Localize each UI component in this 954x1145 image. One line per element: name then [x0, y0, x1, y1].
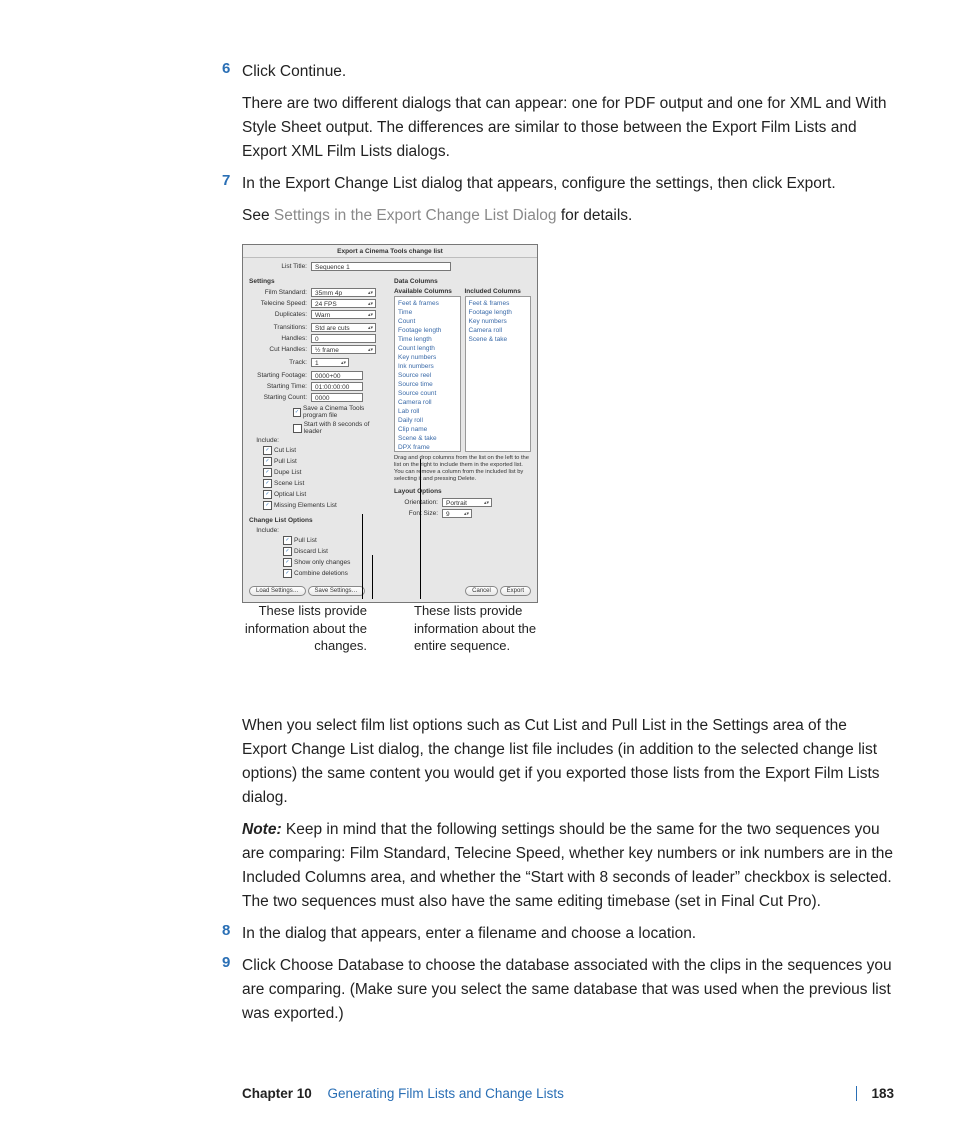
starting-footage-field[interactable]: 0000+00 — [311, 371, 363, 380]
load-settings-button[interactable]: Load Settings… — [249, 586, 306, 596]
export-change-list-figure: Export a Cinema Tools change list List T… — [242, 244, 894, 654]
annotation-right: These lists provide information about th… — [414, 602, 569, 655]
clo-show-only-changes[interactable]: ✓Show only changes — [283, 558, 386, 567]
include-pull-list[interactable]: ✓Pull List — [263, 457, 341, 466]
chapter-label: Chapter 10 — [242, 1086, 312, 1101]
telecine-speed-select[interactable]: 24 FPS▴▾ — [311, 299, 376, 308]
cross-ref-link[interactable]: Settings in the Export Change List Dialo… — [274, 207, 557, 224]
chapter-title: Generating Film Lists and Change Lists — [328, 1086, 564, 1101]
note-label: Note: — [242, 821, 282, 838]
film-standard-select[interactable]: 35mm 4p▴▾ — [311, 288, 376, 297]
annotation-left: These lists provide information about th… — [212, 602, 367, 655]
step-text: Click Continue. — [242, 60, 894, 84]
step-para: There are two different dialogs that can… — [242, 92, 894, 164]
available-columns-list[interactable]: Feet & framesTimeCountFootage lengthTime… — [394, 296, 461, 452]
step-number: 8 — [222, 922, 230, 939]
step-text: In the dialog that appears, enter a file… — [242, 922, 894, 946]
step-8: 8 In the dialog that appears, enter a fi… — [242, 922, 894, 946]
step-text: Click Choose Database to choose the data… — [242, 954, 894, 1026]
available-columns-heading: Available Columns — [394, 288, 461, 295]
text-pre: See — [242, 207, 274, 224]
orientation-select[interactable]: Portrait▴▾ — [442, 498, 492, 507]
data-columns-heading: Data Columns — [394, 278, 531, 285]
include-optical-list[interactable]: ✓Optical List — [263, 490, 341, 499]
step-9: 9 Click Choose Database to choose the da… — [242, 954, 894, 1026]
note-text: Keep in mind that the following settings… — [242, 821, 893, 910]
clo-combine-deletions[interactable]: ✓Combine deletions — [283, 569, 386, 578]
layout-options-heading: Layout Options — [394, 488, 531, 495]
note-paragraph: Note: Keep in mind that the following se… — [242, 818, 894, 914]
list-title-label: List Title: — [249, 263, 311, 270]
starting-count-field[interactable]: 0000 — [311, 393, 363, 402]
leader-line — [420, 459, 421, 599]
step-number: 6 — [222, 60, 230, 77]
leader-line — [362, 514, 363, 599]
step-6: 6 Click Continue. There are two differen… — [242, 60, 894, 164]
transitions-select[interactable]: Std are cuts▴▾ — [311, 323, 376, 332]
save-settings-button[interactable]: Save Settings… — [308, 586, 365, 596]
handles-field[interactable]: 0 — [311, 334, 376, 343]
include-cut-list[interactable]: ✓Cut List — [263, 446, 341, 455]
duplicates-select[interactable]: Warn▴▾ — [311, 310, 376, 319]
step-number: 9 — [222, 954, 230, 971]
dialog-title: Export a Cinema Tools change list — [243, 245, 537, 258]
step-para: See Settings in the Export Change List D… — [242, 204, 894, 228]
body-paragraph: When you select film list options such a… — [242, 714, 894, 810]
starting-time-field[interactable]: 01:00:00:00 — [311, 382, 363, 391]
leader-line — [372, 555, 373, 599]
step-text: In the Export Change List dialog that ap… — [242, 172, 894, 196]
clo-pull-list[interactable]: ✓Pull List — [283, 536, 386, 545]
track-select[interactable]: 1▴▾ — [311, 358, 349, 367]
export-change-list-dialog: Export a Cinema Tools change list List T… — [242, 244, 538, 603]
step-number: 7 — [222, 172, 230, 189]
cancel-button[interactable]: Cancel — [465, 586, 498, 596]
include-dupe-list[interactable]: ✓Dupe List — [263, 468, 341, 477]
include-options: ✓Cut List ✓Pull List ✓Dupe List ✓Scene L… — [263, 446, 386, 512]
text-post: for details. — [557, 207, 633, 224]
font-size-select[interactable]: 9▴▾ — [442, 509, 472, 518]
columns-hint: Drag and drop columns from the list on t… — [394, 455, 531, 483]
include-missing-elements-list[interactable]: ✓Missing Elements List — [263, 501, 341, 510]
list-title-field[interactable]: Sequence 1 — [311, 262, 451, 271]
export-button[interactable]: Export — [500, 586, 531, 596]
cut-handles-select[interactable]: ½ frame▴▾ — [311, 345, 376, 354]
settings-heading: Settings — [249, 278, 386, 285]
step-7: 7 In the Export Change List dialog that … — [242, 172, 894, 228]
start-8s-leader-checkbox[interactable]: Start with 8 seconds of leader — [293, 421, 386, 435]
page-number: 183 — [856, 1086, 894, 1101]
include-scene-list[interactable]: ✓Scene List — [263, 479, 341, 488]
included-columns-list[interactable]: Feet & framesFootage lengthKey numbersCa… — [465, 296, 532, 452]
page-footer: Chapter 10 Generating Film Lists and Cha… — [242, 1086, 894, 1101]
clo-discard-list[interactable]: ✓Discard List — [283, 547, 386, 556]
included-columns-heading: Included Columns — [465, 288, 532, 295]
change-list-options-heading: Change List Options — [249, 517, 386, 524]
save-program-file-checkbox[interactable]: ✓Save a Cinema Tools program file — [293, 405, 386, 419]
